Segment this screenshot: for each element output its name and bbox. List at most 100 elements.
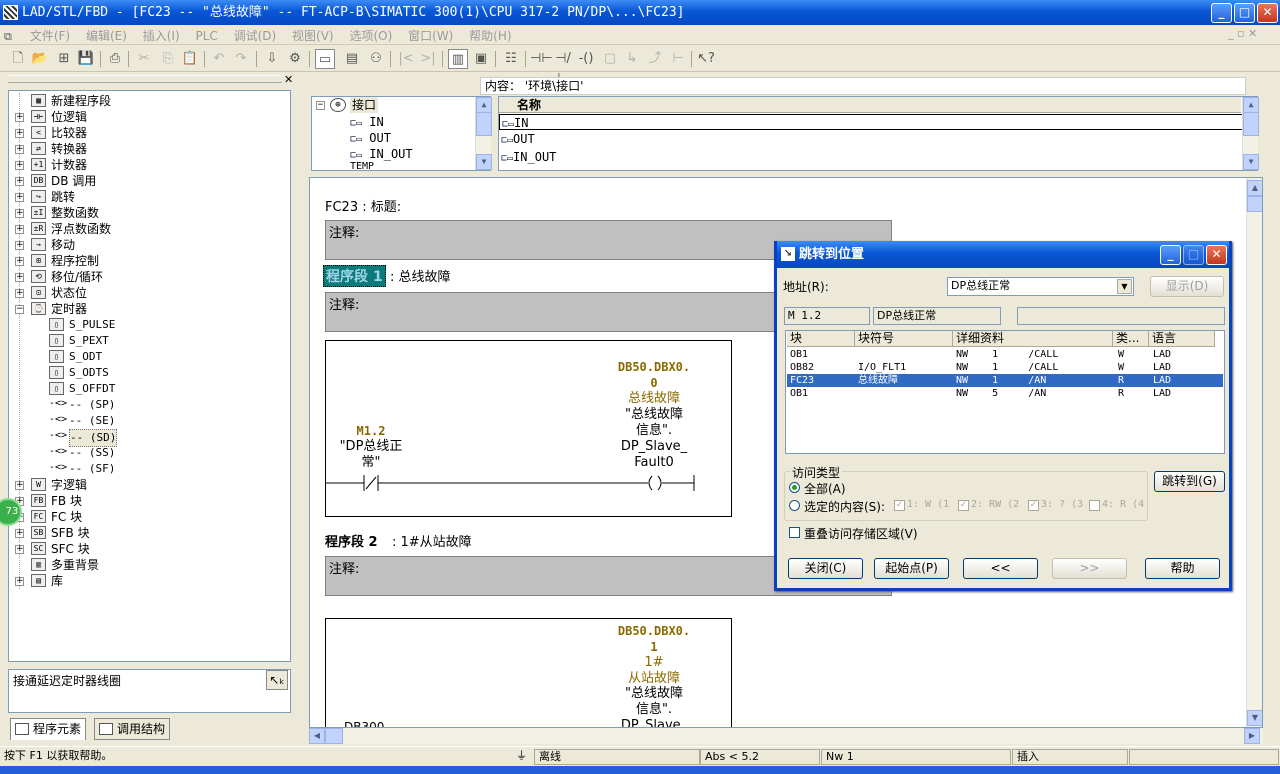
details-icon[interactable]: ▣ xyxy=(471,49,491,69)
compile-icon[interactable]: ⚙ xyxy=(285,49,305,69)
next-button[interactable]: >> xyxy=(1052,558,1127,579)
panel-close-icon[interactable]: ✕ xyxy=(284,73,293,86)
tree-item-14[interactable]: ▯ S_PULSE xyxy=(9,317,290,333)
module-info-icon[interactable]: ▤ xyxy=(342,49,362,69)
document-menu-icon[interactable]: ⧉ xyxy=(0,30,20,44)
context-help-icon[interactable]: ↖ₖ xyxy=(266,670,288,690)
check-read[interactable] xyxy=(1089,500,1100,511)
scroll-thumb[interactable] xyxy=(1247,196,1262,212)
list-item[interactable]: ⊏▭IN xyxy=(499,114,1256,130)
connection-icon[interactable]: ⊢ xyxy=(668,49,688,69)
expand-icon[interactable]: + xyxy=(15,273,24,282)
close-dialog-button[interactable]: 关闭(C) xyxy=(788,558,863,579)
coil-address[interactable]: DB50.DBX0. 0 xyxy=(609,359,699,391)
minimize-button[interactable]: _ xyxy=(1211,3,1232,23)
overlap-checkbox[interactable] xyxy=(789,527,800,538)
scroll-down-icon[interactable]: ▼ xyxy=(476,154,492,170)
expand-icon[interactable]: + xyxy=(15,241,24,250)
expand-icon[interactable]: + xyxy=(15,161,24,170)
list-item[interactable]: ⊏▭OUT xyxy=(499,131,535,147)
menu-window[interactable]: 窗口(W) xyxy=(402,25,459,46)
expand-icon[interactable]: + xyxy=(15,209,24,218)
menu-edit[interactable]: 编辑(E) xyxy=(80,25,133,46)
undo-icon[interactable]: ↶ xyxy=(209,49,229,69)
col-detail[interactable]: 详细资料 xyxy=(953,331,1113,347)
scroll-thumb[interactable] xyxy=(1243,112,1259,136)
tree-item-20[interactable]: -<> -- (SE) xyxy=(9,413,290,429)
collapse-icon[interactable]: − xyxy=(316,101,325,110)
tree-item-26[interactable]: +FCFC 块 xyxy=(9,509,290,525)
expand-icon[interactable]: + xyxy=(15,577,24,586)
network-2-title[interactable]: : 1#从站故障 xyxy=(392,531,472,550)
col-language[interactable]: 语言 xyxy=(1149,331,1215,347)
save-icon[interactable]: 💾 xyxy=(76,49,96,69)
help-button[interactable]: 帮助 xyxy=(1145,558,1220,579)
col-block[interactable]: 块 xyxy=(787,331,855,347)
download-icon[interactable]: ⇩ xyxy=(262,49,282,69)
prev-network-icon[interactable]: |< xyxy=(396,49,416,69)
print-icon[interactable]: ⎙ xyxy=(105,49,125,69)
close-button[interactable]: ✕ xyxy=(1257,3,1278,23)
interface-tree-scrollbar[interactable]: ▲ ▼ xyxy=(475,97,492,170)
tab-call-structure[interactable]: 调用结构 xyxy=(94,718,171,740)
scroll-left-icon[interactable]: ◀ xyxy=(309,728,325,744)
menu-debug[interactable]: 调试(D) xyxy=(228,25,283,46)
expand-icon[interactable]: + xyxy=(15,481,24,490)
menu-file[interactable]: 文件(F) xyxy=(24,25,76,46)
tree-item-6[interactable]: + ↪ 跳转 xyxy=(9,189,290,205)
empty-box-icon[interactable]: ▢ xyxy=(600,49,620,69)
tree-item-21[interactable]: -<> -- (SD) xyxy=(9,429,290,447)
network-1-title[interactable]: : 总线故障 xyxy=(390,266,451,285)
tree-item-0[interactable]: ▦ 新建程序段 xyxy=(9,93,290,109)
col-symbol[interactable]: 块符号 xyxy=(855,331,953,347)
expand-icon[interactable]: + xyxy=(15,193,24,202)
list-header-name[interactable]: 名称 xyxy=(499,97,1241,113)
watch-icon[interactable]: ⚇ xyxy=(366,49,386,69)
tree-item-19[interactable]: -<> -- (SP) xyxy=(9,397,290,413)
tree-item-22[interactable]: -<> -- (SS) xyxy=(9,445,290,461)
monitor-icon[interactable]: ▭ xyxy=(315,49,335,69)
network-2-label[interactable]: 程序段 2 xyxy=(325,531,378,550)
radio-all-label[interactable]: 全部(A) xyxy=(804,480,846,497)
menu-insert[interactable]: 插入(I) xyxy=(137,25,186,46)
editor-hscrollbar[interactable]: ◀ ▶ xyxy=(309,728,1263,744)
display-button[interactable]: 显示(D) xyxy=(1150,276,1224,297)
table-row[interactable]: OB1 NW 5 /AN R LAD xyxy=(787,387,1223,400)
tree-item-18[interactable]: ▯ S_OFFDT xyxy=(9,381,290,397)
scroll-thumb[interactable] xyxy=(325,728,343,744)
tree-item-3[interactable]: + ⇄ 转换器 xyxy=(9,141,290,157)
list-item[interactable]: ⊏▭IN_OUT xyxy=(499,149,556,165)
next-network-icon[interactable]: >| xyxy=(418,49,438,69)
redo-icon[interactable]: ↷ xyxy=(231,49,251,69)
chevron-down-icon[interactable]: ▼ xyxy=(1117,279,1132,294)
radio-all[interactable] xyxy=(789,482,800,493)
dialog-minimize-button[interactable]: _ xyxy=(1160,245,1181,265)
tree-item-25[interactable]: + FB FB 块 xyxy=(9,493,290,509)
menu-view[interactable]: 视图(V) xyxy=(286,25,340,46)
open-icon[interactable]: 📂 xyxy=(30,49,50,69)
editor-vscrollbar[interactable]: ▲ ▼ xyxy=(1246,178,1262,727)
contact-address[interactable]: M1.2 xyxy=(341,424,401,438)
tree-item-16[interactable]: ▯ S_ODT xyxy=(9,349,290,365)
tree-item-30[interactable]: + ▤ 库 xyxy=(9,573,290,589)
radio-selected-label[interactable]: 选定的内容(S): xyxy=(804,498,885,515)
paste-icon[interactable]: 📋 xyxy=(180,49,200,69)
expand-icon[interactable]: + xyxy=(15,529,24,538)
tree-item-1[interactable]: + ⊣⊢ 位逻辑 xyxy=(9,109,290,125)
child-window-controls[interactable]: _ ▫ ✕ xyxy=(1228,27,1257,40)
menu-plc[interactable]: PLC xyxy=(189,27,223,45)
overlap-label[interactable]: 重叠访问存储区域(V) xyxy=(804,525,918,542)
interface-tree-item[interactable]: ⊏▭ OUT xyxy=(350,130,391,146)
radio-selected[interactable] xyxy=(789,500,800,511)
scroll-up-icon[interactable]: ▲ xyxy=(1247,180,1262,196)
network-1-label[interactable]: 程序段 1 xyxy=(323,265,386,287)
cut-icon[interactable]: ✂ xyxy=(134,49,154,69)
overview-icon[interactable]: ▥ xyxy=(448,49,468,69)
block-title[interactable]: FC23 : 标题: xyxy=(325,196,401,215)
table-row[interactable]: OB82 I/O_FLT1 NW 1 /CALL W LAD xyxy=(787,361,1223,374)
context-help-icon[interactable]: ↖? xyxy=(696,49,716,69)
scroll-down-icon[interactable]: ▼ xyxy=(1247,710,1262,726)
no-contact-icon[interactable]: ⊣⊢ xyxy=(530,49,553,69)
coil-address[interactable]: DB50.DBX0. 1 xyxy=(609,623,699,655)
scroll-down-icon[interactable]: ▼ xyxy=(1243,154,1259,170)
